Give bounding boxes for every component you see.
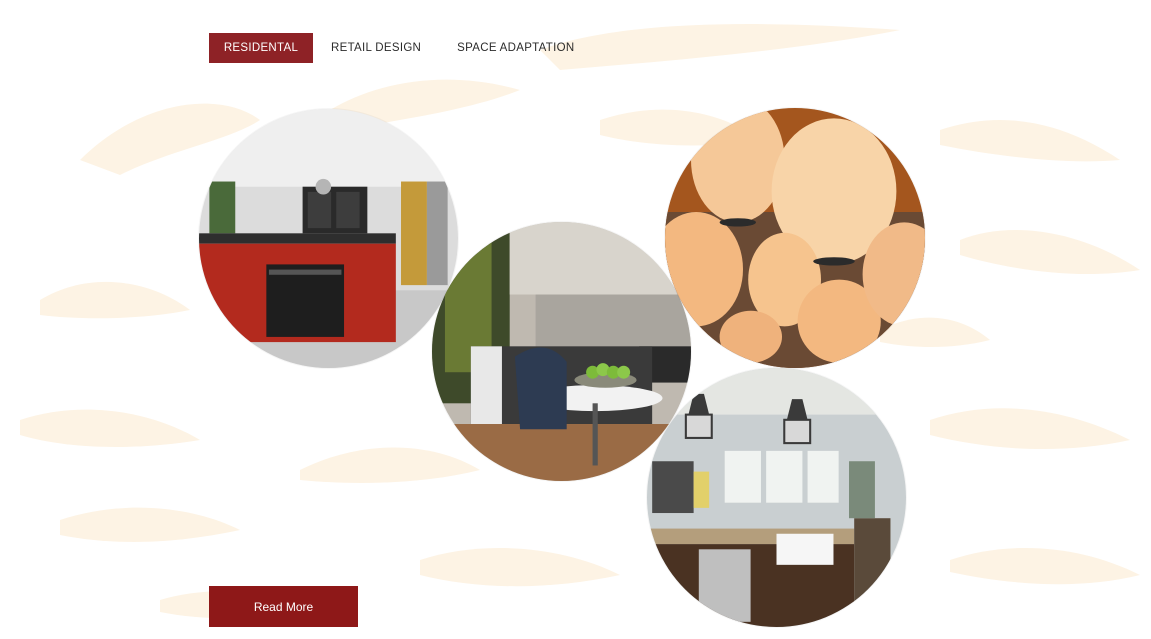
tab-retail-design[interactable]: RETAIL DESIGN [331, 33, 421, 63]
gallery-image-pendant-lamps[interactable] [665, 108, 925, 368]
gallery-image-kitchen-granite-island[interactable] [647, 368, 906, 627]
gallery-image-kitchen-round-table[interactable] [432, 222, 691, 481]
tab-space-adaptation[interactable]: SPACE ADAPTATION [457, 33, 574, 63]
gallery-image-kitchen-red-island[interactable] [199, 109, 458, 368]
category-tabs: RESIDENTAL RETAIL DESIGN SPACE ADAPTATIO… [209, 33, 574, 63]
tab-residental[interactable]: RESIDENTAL [209, 33, 313, 63]
read-more-button[interactable]: Read More [209, 586, 358, 627]
